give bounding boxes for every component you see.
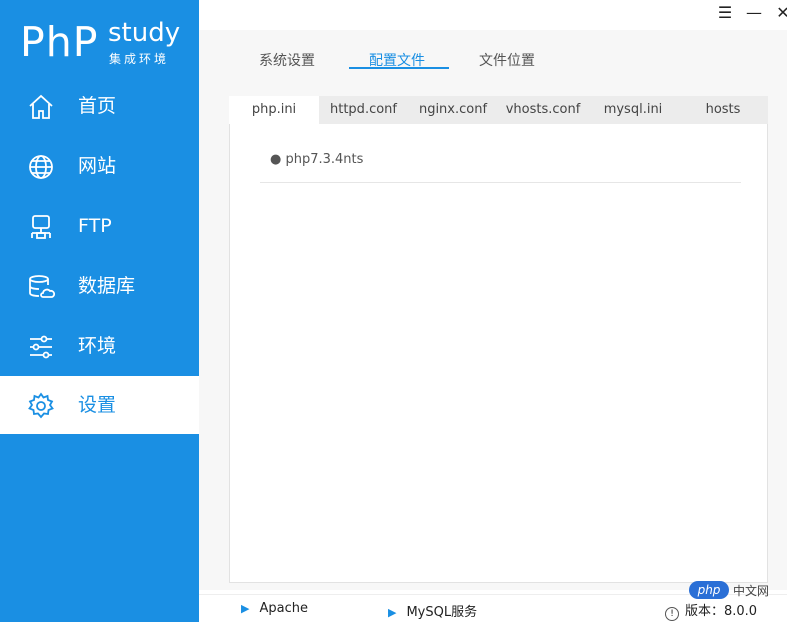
- list-divider: [260, 182, 741, 183]
- gear-icon: [28, 392, 54, 419]
- sidebar-item-settings[interactable]: 设置: [0, 376, 199, 434]
- version-label: 版本：8.0.0: [685, 604, 758, 619]
- sidebar-item-label: 环境: [78, 335, 117, 357]
- version-info: ! 版本：8.0.0: [665, 600, 757, 621]
- logo-subtitle: 集成环境: [109, 52, 170, 66]
- mysql-service[interactable]: ▶ MySQL服务: [388, 601, 477, 620]
- config-panel: [229, 96, 768, 583]
- watermark-badge: php: [689, 581, 729, 599]
- play-icon[interactable]: ▶: [388, 606, 396, 619]
- app-logo: PhP study 集成环境: [20, 14, 190, 70]
- minimize-icon[interactable]: —: [746, 4, 762, 22]
- apache-service[interactable]: ▶ Apache: [241, 601, 308, 616]
- watermark-text: 中文网: [733, 584, 770, 598]
- database-icon: [29, 275, 55, 298]
- close-icon[interactable]: ✕: [775, 4, 787, 22]
- config-file-tabs: php.ini httpd.conf nginx.conf vhosts.con…: [229, 96, 768, 124]
- sidebar-item-label: 首页: [78, 95, 117, 117]
- subtab-httpd-conf[interactable]: httpd.conf: [319, 96, 408, 124]
- sidebar-item-ftp[interactable]: FTP: [0, 197, 199, 255]
- sliders-icon: [30, 335, 52, 359]
- sidebar-item-database[interactable]: 数据库: [0, 257, 199, 315]
- subtab-php-ini[interactable]: php.ini: [229, 96, 319, 124]
- sidebar-item-label: FTP: [78, 215, 112, 237]
- apache-label: Apache: [259, 601, 308, 616]
- logo-study-text: study: [108, 18, 181, 48]
- subtab-nginx-conf[interactable]: nginx.conf: [408, 96, 498, 124]
- sidebar-item-label: 网站: [78, 155, 117, 177]
- sidebar-item-website[interactable]: 网站: [0, 137, 199, 195]
- sidebar-item-label: 设置: [78, 394, 117, 416]
- subtab-mysql-ini[interactable]: mysql.ini: [588, 96, 678, 124]
- globe-icon: [29, 155, 53, 179]
- sidebar-item-label: 数据库: [78, 275, 136, 297]
- subtab-vhosts-conf[interactable]: vhosts.conf: [498, 96, 588, 124]
- mysql-label: MySQL服务: [406, 605, 478, 620]
- info-icon: !: [665, 607, 679, 621]
- tab-file-location[interactable]: 文件位置: [479, 50, 535, 70]
- sidebar-item-environment[interactable]: 环境: [0, 317, 199, 375]
- home-icon: [29, 94, 53, 119]
- play-icon[interactable]: ▶: [241, 602, 249, 615]
- sidebar-item-home[interactable]: 首页: [0, 77, 199, 135]
- menu-icon[interactable]: ☰: [717, 4, 733, 22]
- watermark: php 中文网: [689, 581, 779, 599]
- sidebar: PhP study 集成环境 首页 网站 FTP 数据库 环境 设置: [0, 0, 199, 622]
- logo-php-text: PhP: [20, 18, 99, 66]
- ftp-icon: [31, 215, 51, 239]
- list-item[interactable]: ● php7.3.4nts: [270, 152, 363, 167]
- active-tab-indicator: [349, 67, 449, 69]
- tab-system-settings[interactable]: 系统设置: [259, 50, 315, 70]
- subtab-hosts[interactable]: hosts: [678, 96, 768, 124]
